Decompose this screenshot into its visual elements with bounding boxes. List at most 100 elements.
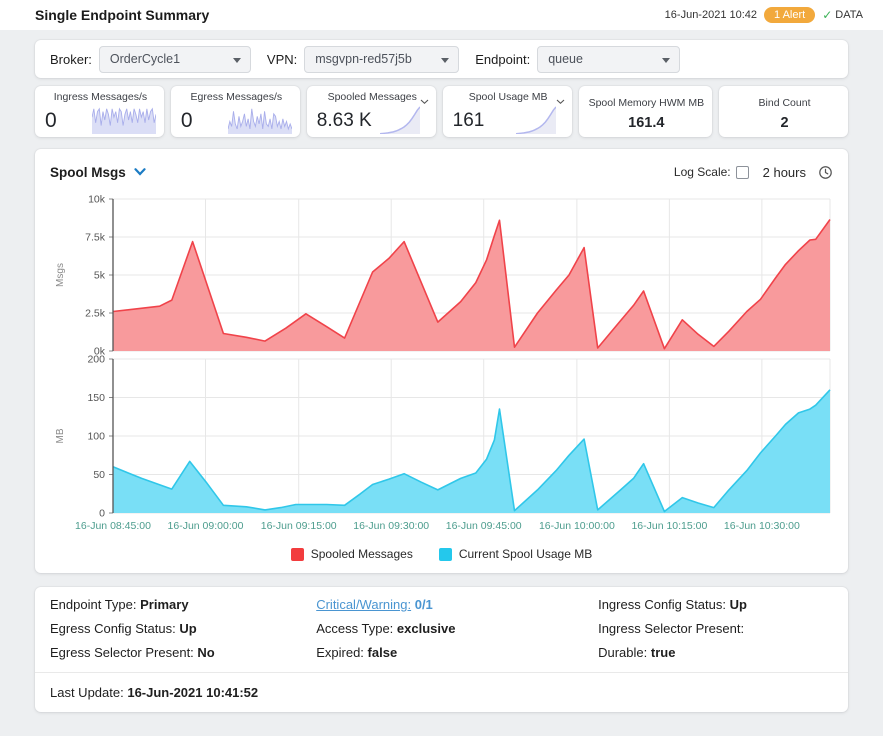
stat-card-spool-usage: Spool Usage MB 161 [443,86,572,137]
stat-label: Ingress Messages/s [45,91,156,103]
info-label: Egress Config Status: [50,621,176,636]
dropdown-arrow-icon [441,58,449,63]
caret-down-icon [420,99,429,105]
critical-warning-link[interactable]: Critical/Warning: [316,597,411,612]
svg-text:16-Jun 10:00:00: 16-Jun 10:00:00 [539,520,615,532]
endpoint-select[interactable]: queue [537,46,680,73]
info-egress-selector-present: Egress Selector Present: No [50,645,316,660]
last-update-label: Last Update: [50,685,124,700]
time-range-selector[interactable]: 2 hours [763,165,806,180]
broker-filter: Broker: OrderCycle1 [50,46,251,73]
data-status: ✓ DATA [822,8,863,22]
info-egress-config-status: Egress Config Status: Up [50,621,316,636]
info-endpoint-type: Endpoint Type: Primary [50,597,316,612]
endpoint-info-grid: Endpoint Type: Primary Critical/Warning:… [50,597,833,660]
svg-text:7.5k: 7.5k [85,232,106,244]
stat-label: Spool Usage MB [453,91,564,103]
stat-value: 0 [181,108,193,134]
vpn-filter: VPN: msgvpn-red57j5b [267,46,459,73]
svg-text:150: 150 [87,392,105,404]
info-value: exclusive [397,621,456,636]
timestamp: 16-Jun-2021 10:42 [665,9,757,21]
chart-controls: Log Scale: 2 hours [674,165,833,180]
stat-value: 161.4 [589,115,705,131]
svg-text:16-Jun 09:15:00: 16-Jun 09:15:00 [261,520,337,532]
info-value: false [368,645,398,660]
svg-text:5k: 5k [94,270,106,282]
info-expired: Expired: false [316,645,598,660]
log-scale-label: Log Scale: [674,165,731,179]
endpoint-info-panel: Endpoint Type: Primary Critical/Warning:… [35,587,848,712]
stat-value: 8.63 K [317,108,372,134]
info-ingress-selector-present: Ingress Selector Present: [598,621,833,636]
info-label: Durable: [598,645,647,660]
svg-text:200: 200 [87,354,105,366]
svg-text:16-Jun 09:30:00: 16-Jun 09:30:00 [353,520,429,532]
info-label: Access Type: [316,621,393,636]
spool-chart-panel: Spool Msgs Log Scale: 2 hours 0k2.5k5k7.… [35,149,848,573]
page-title: Single Endpoint Summary [35,7,209,23]
broker-label: Broker: [50,52,92,67]
stat-cards-row: Ingress Messages/s 0 Egress Messages/s 0… [35,86,848,137]
vpn-selected-value: msgvpn-red57j5b [315,52,412,66]
stat-value: 161 [453,108,485,134]
spooled-sparkline [380,105,420,134]
info-label: Ingress Config Status: [598,597,726,612]
stat-card-bind-count: Bind Count 2 [719,86,848,137]
dropdown-arrow-icon [662,58,670,63]
svg-text:MB: MB [55,428,66,443]
info-value: Primary [140,597,188,612]
svg-text:16-Jun 09:00:00: 16-Jun 09:00:00 [168,520,244,532]
info-label: Expired: [316,645,364,660]
stat-value: 0 [45,108,57,134]
ingress-sparkline [92,107,156,134]
info-ingress-config-status: Ingress Config Status: Up [598,597,833,612]
stat-label: Spool Memory HWM MB [589,97,705,109]
stat-label: Spooled Messages [317,91,428,103]
stat-card-spool-memory-hwm: Spool Memory HWM MB 161.4 [579,86,713,137]
chart-title: Spool Msgs [50,165,126,180]
svg-text:16-Jun 10:15:00: 16-Jun 10:15:00 [631,520,707,532]
egress-sparkline [228,107,292,134]
svg-text:16-Jun 09:45:00: 16-Jun 09:45:00 [446,520,522,532]
filter-bar: Broker: OrderCycle1 VPN: msgvpn-red57j5b… [35,40,848,78]
stat-label: Egress Messages/s [181,91,292,103]
legend-item-spooled-messages: Spooled Messages [291,547,413,561]
chart-header: Spool Msgs Log Scale: 2 hours [35,161,848,183]
legend-swatch-cyan [439,548,452,561]
legend-item-spool-usage: Current Spool Usage MB [439,547,592,561]
top-bar: Single Endpoint Summary 16-Jun-2021 10:4… [0,0,883,30]
info-value: Up [179,621,196,636]
stat-value: 2 [729,115,840,131]
info-label: Egress Selector Present: [50,645,194,660]
info-label: Ingress Selector Present: [598,621,744,636]
endpoint-label: Endpoint: [475,52,530,67]
stat-card-egress-messages: Egress Messages/s 0 [171,86,300,137]
data-status-label: DATA [835,9,863,21]
stat-card-ingress-messages: Ingress Messages/s 0 [35,86,164,137]
caret-down-icon [556,99,565,105]
info-access-type: Access Type: exclusive [316,621,598,636]
vpn-label: VPN: [267,52,297,67]
info-value: No [197,645,214,660]
clock-icon [818,165,833,180]
info-label: Endpoint Type: [50,597,137,612]
svg-text:50: 50 [93,469,105,481]
broker-select[interactable]: OrderCycle1 [99,46,251,73]
chevron-down-icon [134,168,146,176]
endpoint-selected-value: queue [548,52,583,66]
check-icon: ✓ [822,8,832,22]
vpn-select[interactable]: msgvpn-red57j5b [304,46,459,73]
svg-text:Msgs: Msgs [55,263,66,287]
svg-text:10k: 10k [88,194,106,206]
svg-text:16-Jun 08:45:00: 16-Jun 08:45:00 [75,520,151,532]
alert-badge[interactable]: 1 Alert [764,7,815,23]
broker-selected-value: OrderCycle1 [110,52,180,66]
chart-metric-dropdown[interactable]: Spool Msgs [50,165,146,180]
log-scale-checkbox[interactable] [736,166,749,179]
spool-usage-sparkline [516,105,556,134]
legend-label: Spooled Messages [311,547,413,561]
stat-label: Bind Count [729,97,840,109]
time-range-button[interactable] [818,165,833,180]
stat-card-spooled-messages: Spooled Messages 8.63 K [307,86,436,137]
